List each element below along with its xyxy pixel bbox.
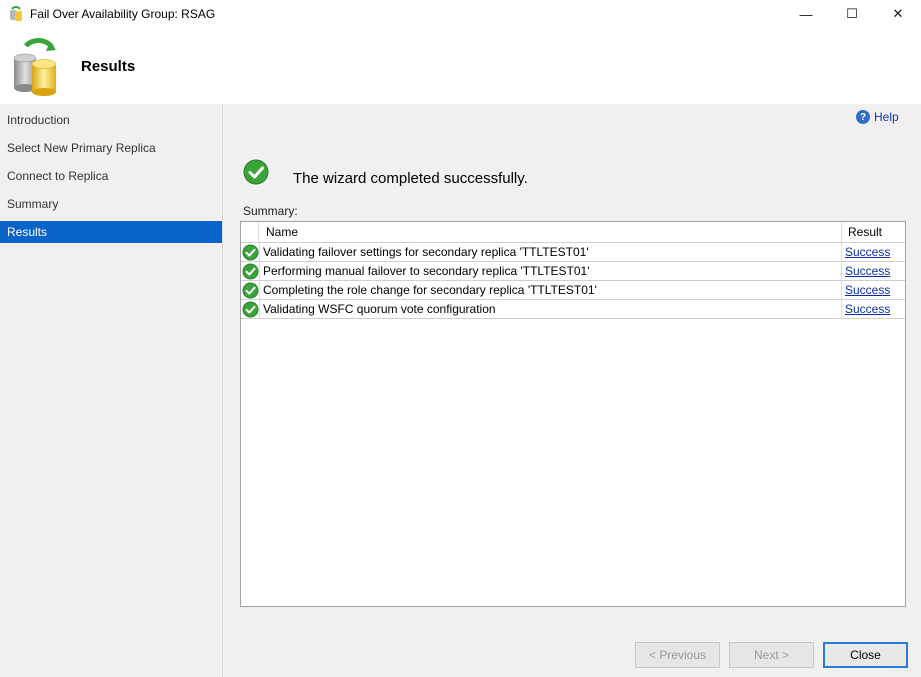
previous-button[interactable]: < Previous [635,642,720,668]
result-link[interactable]: Success [845,264,890,278]
minimize-button[interactable]: — [783,0,829,28]
table-row[interactable]: Validating failover settings for seconda… [241,243,905,262]
sidebar-item-introduction[interactable]: Introduction [0,109,222,131]
sidebar-item-results[interactable]: Results [0,221,222,243]
summary-label: Summary: [243,204,298,218]
row-name: Performing manual failover to secondary … [259,262,842,281]
window-title: Fail Over Availability Group: RSAG [30,7,216,21]
success-check-icon [242,263,259,280]
row-name: Validating WSFC quorum vote configuratio… [259,300,842,319]
help-label: Help [874,110,899,124]
minimize-icon: — [799,6,813,22]
database-failover-icon [13,38,57,96]
title-bar: Fail Over Availability Group: RSAG — ☐ ✕ [0,0,921,28]
table-row[interactable]: Validating WSFC quorum vote configuratio… [241,300,905,319]
column-header-result[interactable]: Result [842,222,905,243]
sidebar-item-select-new-primary-replica[interactable]: Select New Primary Replica [0,137,222,159]
sidebar-item-summary[interactable]: Summary [0,193,222,215]
result-link[interactable]: Success [845,245,890,259]
column-header-status [241,222,259,243]
row-name: Completing the role change for secondary… [259,281,842,300]
column-header-name[interactable]: Name [259,222,842,243]
result-link[interactable]: Success [845,283,890,297]
close-window-button[interactable]: ✕ [875,0,921,28]
success-check-icon [243,159,269,185]
success-check-icon [242,301,259,318]
help-link[interactable]: ? Help [856,110,899,124]
result-link[interactable]: Success [845,302,890,316]
success-check-icon [242,282,259,299]
wizard-steps-sidebar: Introduction Select New Primary Replica … [0,104,223,677]
success-message: The wizard completed successfully. [293,170,528,187]
wizard-header: Results [0,28,921,104]
page-title: Results [81,58,136,75]
close-icon: ✕ [892,6,904,21]
results-table: Name Result Validating failover settings… [240,221,906,607]
table-row[interactable]: Performing manual failover to secondary … [241,262,905,281]
table-header: Name Result [241,222,905,243]
sidebar-item-connect-to-replica[interactable]: Connect to Replica [0,165,222,187]
next-button[interactable]: Next > [729,642,814,668]
success-check-icon [242,244,259,261]
maximize-button[interactable]: ☐ [829,0,875,28]
help-icon: ? [856,110,870,124]
maximize-icon: ☐ [846,6,858,21]
row-name: Validating failover settings for seconda… [259,243,842,262]
main-panel: ? Help The wizard completed successfully… [223,104,921,677]
close-button[interactable]: Close [823,642,908,668]
app-icon [10,6,22,21]
table-row[interactable]: Completing the role change for secondary… [241,281,905,300]
